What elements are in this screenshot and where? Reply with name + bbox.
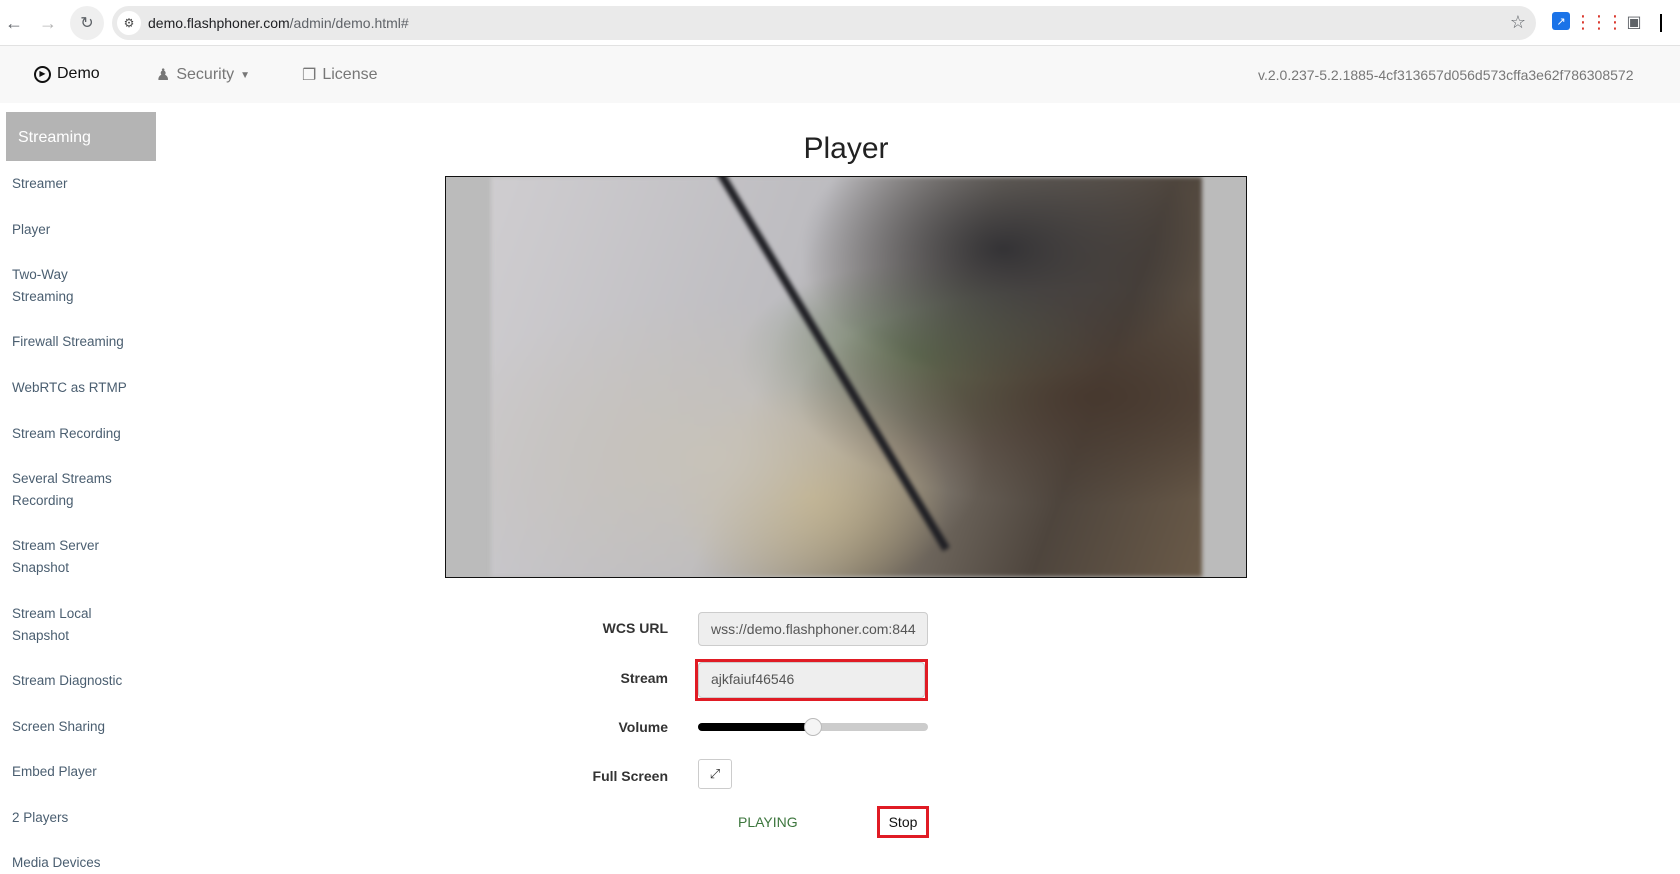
sidebar-item-stream-recording[interactable]: Stream Recording (12, 423, 152, 445)
sidebar-header[interactable]: Streaming (6, 112, 156, 161)
sidebar-item-several-streams-recording[interactable]: Several Streams Recording (12, 468, 122, 512)
app-navbar: ▶ Demo ♟ Security ▼ ❐ License v.2.0.237-… (0, 46, 1680, 103)
wcs-url-label: WCS URL (602, 620, 668, 636)
sidebar-item-stream-diagnostic[interactable]: Stream Diagnostic (12, 670, 152, 692)
sidebar-item-label: Stream Recording (12, 426, 121, 441)
text-cursor (1660, 14, 1662, 32)
fullscreen-button[interactable]: ⤢ (698, 759, 732, 789)
apps-grid-icon[interactable]: ⋮⋮⋮ (1574, 12, 1624, 32)
sidebar-item-label: Streamer (12, 176, 68, 191)
sidebar-item-firewall-streaming[interactable]: Firewall Streaming (12, 331, 152, 353)
browser-toolbar: ← → ↻ ⚙ demo.flashphoner.com/admin/demo.… (0, 0, 1680, 46)
extensions-puzzle-icon[interactable]: ▣ (1624, 12, 1644, 32)
sidebar-item-screen-sharing[interactable]: Screen Sharing (12, 716, 152, 738)
url-path: /admin/demo.html# (289, 15, 409, 31)
url-text[interactable]: demo.flashphoner.com/admin/demo.html# (148, 15, 409, 31)
sidebar-item-webrtc-as-rtmp[interactable]: WebRTC as RTMP (12, 377, 152, 399)
nav-security-dropdown[interactable]: ♟ Security ▼ (156, 65, 250, 85)
sidebar-item-label: 2 Players (12, 810, 69, 825)
sidebar-item-streamer[interactable]: Streamer (12, 173, 152, 195)
volume-fill (698, 723, 813, 731)
back-arrow-icon[interactable]: ← (2, 11, 26, 35)
volume-slider[interactable] (698, 718, 928, 736)
volume-label: Volume (618, 719, 668, 735)
caret-down-icon: ▼ (240, 69, 251, 81)
sidebar-item-embed-player[interactable]: Embed Player (12, 761, 152, 783)
forward-arrow-icon[interactable]: → (36, 11, 60, 35)
sidebar-item-label: Firewall Streaming (12, 334, 124, 349)
video-frame (491, 177, 1202, 577)
reload-icon[interactable]: ↻ (70, 6, 104, 40)
site-settings-icon[interactable]: ⚙ (117, 11, 141, 35)
sidebar-item-label: Stream Server Snapshot (12, 538, 100, 575)
sidebar-item-label: Stream Diagnostic (12, 673, 123, 688)
stream-input[interactable]: ajkfaiuf46546 (698, 662, 925, 698)
sidebar-item-media-devices[interactable]: Media Devices (12, 852, 152, 874)
page-title: Player (803, 132, 889, 165)
fullscreen-icon: ⤢ (709, 766, 721, 781)
agent-icon: ♟ (156, 67, 171, 84)
nav-demo[interactable]: ▶ Demo (34, 65, 100, 83)
play-circle-icon: ▶ (34, 65, 51, 83)
sidebar-item-player[interactable]: Player (12, 219, 152, 241)
sidebar-item-label: Media Devices (12, 855, 101, 870)
extension-link-icon[interactable]: ↗ (1552, 12, 1570, 30)
sidebar-item-two-way-streaming[interactable]: Two-Way Streaming (12, 264, 112, 308)
sidebar-item-label: Two-Way Streaming (12, 267, 74, 304)
sidebar: Streaming (6, 112, 156, 161)
sidebar-item-stream-server-snapshot[interactable]: Stream Server Snapshot (12, 535, 112, 579)
wcs-url-input[interactable]: wss://demo.flashphoner.com:844 (698, 612, 928, 646)
nav-license[interactable]: ❐ License (302, 65, 378, 85)
sidebar-item-label: Player (12, 222, 51, 237)
sidebar-item-label: Several Streams Recording (12, 471, 112, 508)
sidebar-item-label: Embed Player (12, 764, 97, 779)
sidebar-item-stream-local-snapshot[interactable]: Stream Local Snapshot (12, 603, 102, 647)
bookmark-star-icon[interactable]: ☆ (1510, 12, 1526, 33)
video-player[interactable] (445, 176, 1247, 578)
stream-label: Stream (620, 670, 668, 686)
sidebar-item-label: Stream Local Snapshot (12, 606, 92, 643)
stop-button[interactable]: Stop (877, 806, 929, 838)
nav-license-label: License (322, 66, 378, 83)
address-bar[interactable]: ⚙ demo.flashphoner.com/admin/demo.html# … (112, 6, 1536, 40)
sidebar-item-label: WebRTC as RTMP (12, 380, 127, 395)
fullscreen-label: Full Screen (592, 768, 668, 784)
volume-handle[interactable] (804, 718, 822, 736)
version-text: v.2.0.237-5.2.1885-4cf313657d056d573cffa… (1258, 67, 1634, 83)
sidebar-item-2-players[interactable]: 2 Players (12, 807, 152, 829)
sidebar-item-label: Screen Sharing (12, 719, 106, 734)
copy-icon: ❐ (302, 67, 317, 84)
status-text: PLAYING (738, 814, 798, 830)
nav-security-label: Security (176, 66, 235, 83)
url-host: demo.flashphoner.com (148, 15, 290, 31)
nav-demo-label: Demo (57, 65, 100, 82)
